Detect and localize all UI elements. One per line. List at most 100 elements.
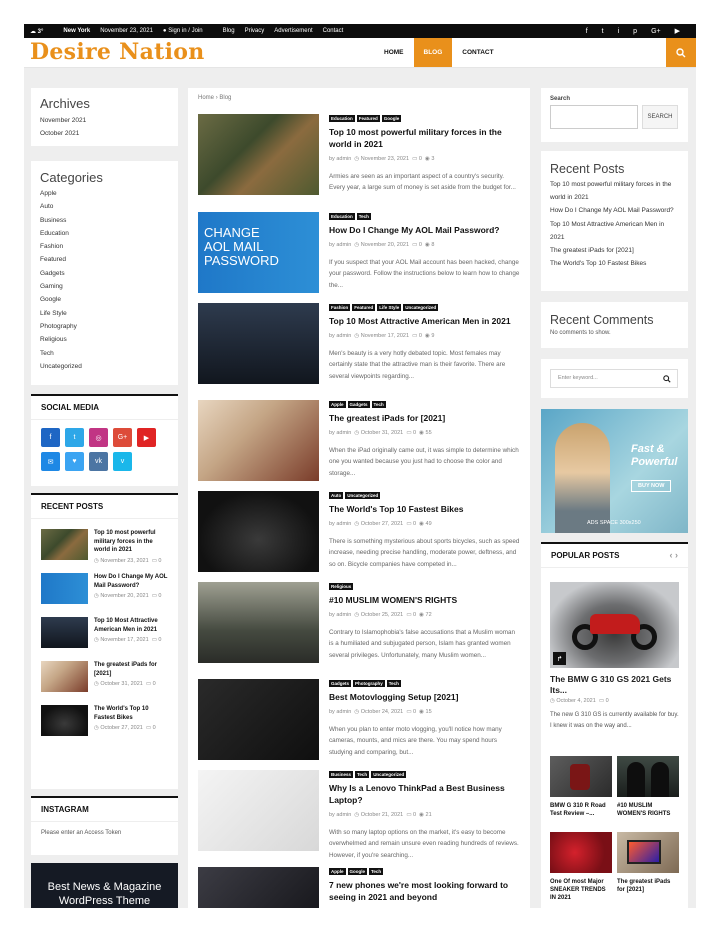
category-link[interactable]: Photography (40, 320, 169, 333)
pinterest-icon[interactable]: p (633, 28, 637, 35)
post-title[interactable]: Best Motovlogging Setup [2021] (329, 692, 458, 702)
post-author[interactable]: admin (336, 521, 351, 527)
header-search-button[interactable] (666, 38, 696, 67)
keyword-input[interactable]: Enter keyword... (550, 369, 678, 388)
recent-post-link[interactable]: Top 10 most powerful military forces in … (550, 178, 679, 204)
post-image[interactable] (198, 303, 319, 384)
social-icon-8[interactable]: v (113, 452, 132, 471)
social-icon-3[interactable]: G+ (113, 428, 132, 447)
post-title[interactable]: Why Is a Lenovo ThinkPad a Best Business… (329, 783, 505, 805)
post-title[interactable]: #10 MUSLIM WOMEN'S RIGHTS (329, 595, 457, 605)
top-link-privacy[interactable]: Privacy (245, 28, 265, 34)
category-link[interactable]: Auto (40, 200, 169, 213)
category-link[interactable]: Fashion (40, 240, 169, 253)
post-tag[interactable]: Business (329, 771, 354, 778)
category-link[interactable]: Gadgets (40, 267, 169, 280)
post-author[interactable]: admin (336, 612, 351, 618)
post-tag[interactable]: Tech (386, 680, 401, 687)
share-icon[interactable]: ↱ (553, 652, 566, 665)
recent-post-link[interactable]: The greatest iPads for [2021] (550, 244, 679, 257)
social-icon-7[interactable]: vk (89, 452, 108, 471)
post-image[interactable] (198, 114, 319, 195)
recent-post-item[interactable]: The greatest iPads for [2021] ◷ October 3… (31, 661, 178, 695)
breadcrumb-home[interactable]: Home (198, 95, 214, 101)
post-image[interactable] (198, 867, 319, 908)
post-image[interactable] (198, 582, 319, 663)
post-tag[interactable]: Education (329, 213, 355, 220)
signin-link[interactable]: ● Sign in / Join (163, 28, 213, 34)
ad-buy-button[interactable]: BUY NOW (631, 480, 672, 492)
category-link[interactable]: Apple (40, 187, 169, 200)
social-icon-6[interactable]: ♥ (65, 452, 84, 471)
recent-post-link[interactable]: The World's Top 10 Fastest Bikes (550, 257, 679, 270)
sidebar-search-input[interactable] (550, 105, 638, 129)
post-title[interactable]: How Do I Change My AOL Mail Password? (329, 225, 500, 235)
social-icon-1[interactable]: t (65, 428, 84, 447)
popular-main-image[interactable]: ↱ (550, 582, 679, 668)
category-link[interactable]: Featured (40, 253, 169, 266)
post-tag[interactable]: Gadgets (329, 680, 352, 687)
top-link-blog[interactable]: Blog (223, 28, 235, 34)
post-author[interactable]: admin (336, 333, 351, 339)
social-icon-2[interactable]: ◎ (89, 428, 108, 447)
category-link[interactable]: Gaming (40, 280, 169, 293)
post-title[interactable]: The World's Top 10 Fastest Bikes (329, 504, 463, 514)
recent-post-link[interactable]: How Do I Change My AOL Mail Password? (550, 204, 679, 217)
post-title[interactable]: The greatest iPads for [2021] (329, 413, 445, 423)
recent-post-link[interactable]: Top 10 Most Attractive American Men in 2… (550, 218, 679, 244)
ad-banner[interactable]: Fast & Powerful BUY NOW ADS SPACE 300x25… (541, 409, 688, 533)
post-tag[interactable]: Tech (371, 401, 386, 408)
sidebar-search-button[interactable]: SEARCH (642, 105, 678, 129)
site-logo[interactable]: Desire Nation (30, 39, 205, 65)
google-plus-icon[interactable]: G+ (651, 28, 661, 35)
post-title[interactable]: Top 10 Most Attractive American Men in 2… (329, 316, 511, 326)
post-tag[interactable]: Tech (356, 213, 371, 220)
nav-blog[interactable]: BLOG (413, 38, 453, 67)
category-link[interactable]: Tech (40, 347, 169, 360)
post-title[interactable]: Top 10 most powerful military forces in … (329, 127, 502, 149)
post-tag[interactable]: Uncategorized (371, 771, 407, 778)
post-tag[interactable]: Apple (329, 401, 346, 408)
nav-contact[interactable]: CONTACT (452, 38, 503, 67)
promo-banner[interactable]: Best News & Magazine WordPress Theme (31, 863, 178, 908)
top-link-contact[interactable]: Contact (323, 28, 344, 34)
search-icon[interactable] (663, 375, 671, 383)
facebook-icon[interactable]: f (586, 28, 588, 35)
category-link[interactable]: Education (40, 227, 169, 240)
post-author[interactable]: admin (336, 156, 351, 162)
archive-link[interactable]: October 2021 (40, 127, 169, 140)
popular-grid-item[interactable]: One Of most Major SNEAKER TRENDS IN 2021 (550, 832, 612, 902)
prev-next-icons[interactable]: ‹ › (670, 550, 679, 560)
post-tag[interactable]: Auto (329, 492, 344, 499)
post-tag[interactable]: Gadgets (347, 401, 370, 408)
post-author[interactable]: admin (336, 242, 351, 248)
category-link[interactable]: Business (40, 214, 169, 227)
post-image[interactable] (198, 770, 319, 851)
recent-post-item[interactable]: Top 10 most powerful military forces in … (31, 529, 178, 564)
recent-post-item[interactable]: Top 10 Most Attractive American Men in 2… (31, 617, 178, 651)
post-tag[interactable]: Apple (329, 868, 346, 875)
post-tag[interactable]: Life Style (377, 304, 402, 311)
post-tag[interactable]: Uncategorized (403, 304, 439, 311)
category-link[interactable]: Religious (40, 333, 169, 346)
instagram-icon[interactable]: i (618, 28, 620, 35)
category-link[interactable]: Google (40, 293, 169, 306)
nav-home[interactable]: HOME (374, 38, 414, 67)
post-author[interactable]: admin (336, 430, 351, 436)
post-tag[interactable]: Google (347, 868, 368, 875)
post-image[interactable]: CHANGE AOL MAIL PASSWORD (198, 212, 319, 293)
social-icon-4[interactable]: ▶ (137, 428, 156, 447)
category-link[interactable]: Uncategorized (40, 360, 169, 373)
post-tag[interactable]: Photography (353, 680, 385, 687)
post-tag[interactable]: Featured (352, 304, 376, 311)
post-image[interactable] (198, 400, 319, 481)
top-link-advertisement[interactable]: Advertisement (274, 28, 312, 34)
post-author[interactable]: admin (336, 812, 351, 818)
social-icon-0[interactable]: f (41, 428, 60, 447)
post-image[interactable] (198, 679, 319, 760)
post-image[interactable] (198, 491, 319, 572)
post-tag[interactable]: Tech (355, 771, 370, 778)
post-tag[interactable]: Uncategorized (345, 492, 381, 499)
popular-grid-item[interactable]: #10 MUSLIM WOMEN'S RIGHTS (617, 756, 679, 818)
post-tag[interactable]: Google (381, 115, 402, 122)
